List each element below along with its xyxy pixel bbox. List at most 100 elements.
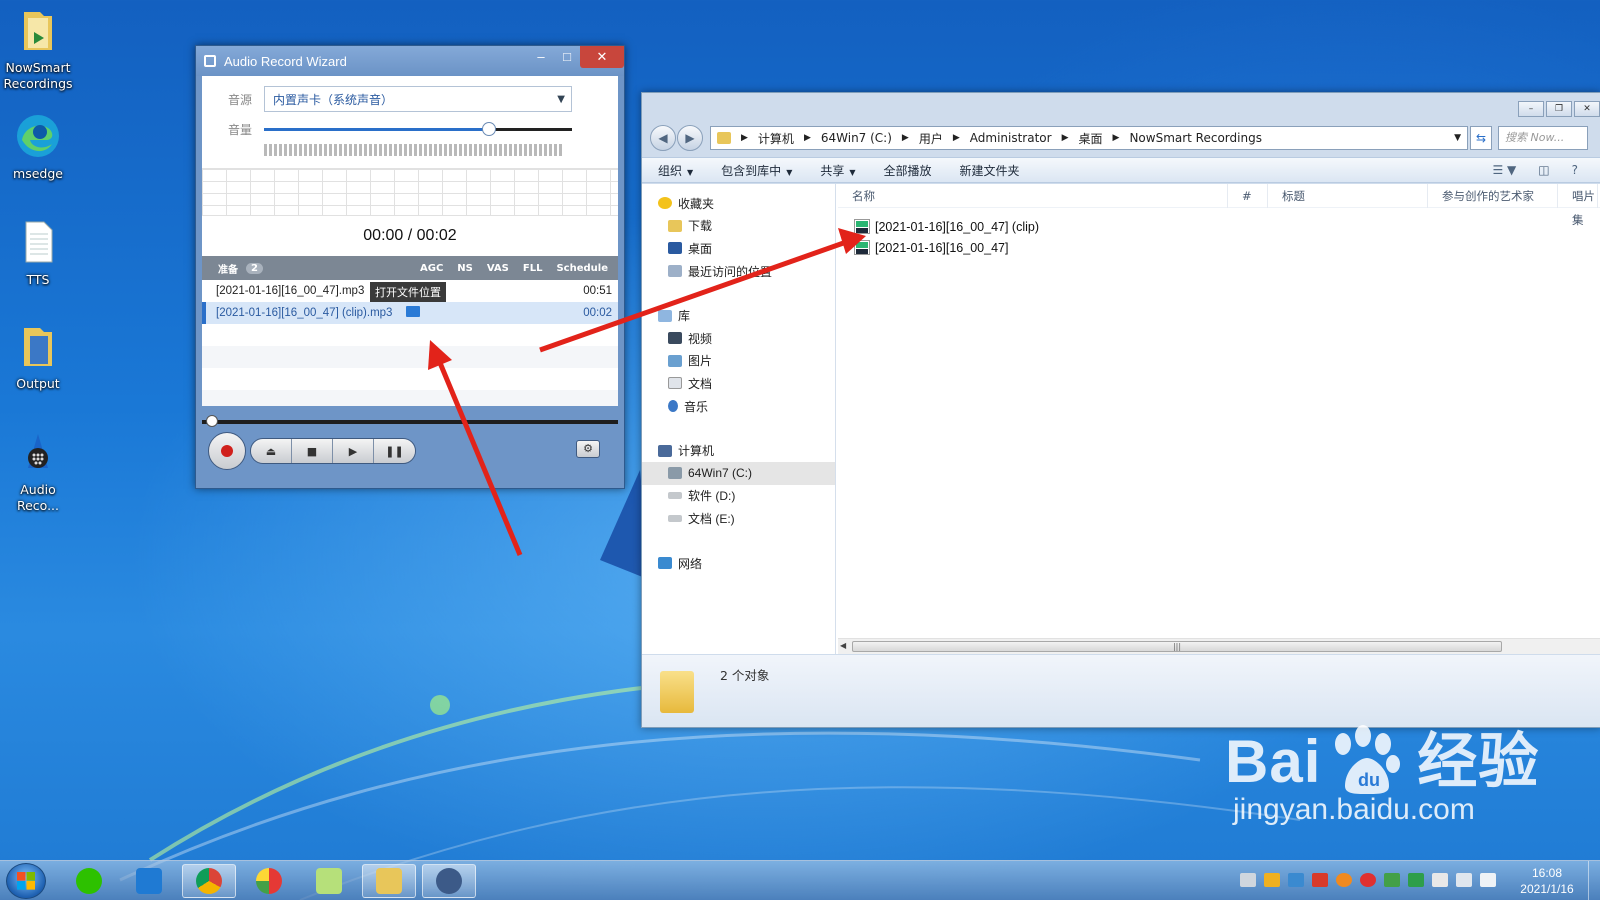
recorder-titlebar[interactable]: Audio Record Wizard – □ ✕ <box>196 46 624 76</box>
new-folder-button[interactable]: 新建文件夹 <box>960 162 1020 179</box>
column-schedule[interactable]: Schedule <box>556 263 608 274</box>
open-folder-icon[interactable] <box>406 306 420 317</box>
column-vas[interactable]: VAS <box>487 263 509 274</box>
desktop-icon-audio-recorder[interactable]: Audio Reco... <box>0 428 76 514</box>
nav-documents[interactable]: 文档 <box>642 372 835 395</box>
nav-drive-c[interactable]: 64Win7 (C:) <box>642 461 835 485</box>
include-in-library-menu[interactable]: 包含到库中 ▼ <box>721 162 792 179</box>
security-icon[interactable] <box>1384 873 1400 887</box>
play-button[interactable]: ▶ <box>333 439 374 463</box>
chevron-right-icon[interactable]: ▶ <box>741 133 748 143</box>
volume-slider-handle[interactable] <box>481 122 496 136</box>
nav-drive-e[interactable]: 文档 (E:) <box>642 507 835 530</box>
nav-downloads[interactable]: 下载 <box>642 215 835 238</box>
source-select[interactable]: 内置声卡（系统声音） ▼ <box>264 86 572 112</box>
antivirus-icon[interactable] <box>1360 873 1376 887</box>
search-input[interactable]: 搜索 Now... <box>1498 126 1588 150</box>
breadcrumb-item[interactable]: NowSmart Recordings <box>1129 131 1262 145</box>
nav-libraries[interactable]: 库 <box>642 304 835 327</box>
maximize-button[interactable]: □ <box>554 46 580 68</box>
clock[interactable]: 16:08 2021/1/16 <box>1512 865 1582 897</box>
show-desktop-button[interactable] <box>1588 861 1600 900</box>
recording-row-selected[interactable]: [2021-01-16][16_00_47] (clip).mp3 00:02 <box>202 302 618 324</box>
breadcrumb-item[interactable]: 用户 <box>919 130 943 147</box>
desktop-icon-nowsmart-recordings[interactable]: NowSmart Recordings <box>0 6 76 92</box>
playback-handle[interactable] <box>206 415 218 427</box>
column-name[interactable]: 名称 <box>838 183 1228 208</box>
nav-favorites[interactable]: 收藏夹 <box>642 192 835 215</box>
column-ns[interactable]: NS <box>457 263 473 274</box>
nav-music[interactable]: 音乐 <box>642 395 835 418</box>
taskbar-app-audio-recorder[interactable] <box>422 864 476 898</box>
chevron-right-icon[interactable]: ▶ <box>953 133 960 143</box>
chevron-down-icon[interactable]: ▼ <box>1454 133 1461 143</box>
chevron-right-icon[interactable]: ▶ <box>902 133 909 143</box>
minimize-button[interactable]: – <box>1518 101 1544 117</box>
explorer-window[interactable]: – ❐ ✕ ◀ ▶ ▶ 计算机 ▶ 64Win7 (C:) ▶ 用户 ▶ Adm… <box>641 92 1600 728</box>
restore-button[interactable]: ❐ <box>1546 101 1572 117</box>
share-menu[interactable]: 共享 ▼ <box>820 162 855 179</box>
pause-button[interactable]: ❚❚ <box>374 439 415 463</box>
breadcrumb-item[interactable]: 桌面 <box>1079 130 1103 147</box>
download-icon[interactable] <box>1408 873 1424 887</box>
chevron-right-icon[interactable]: ▶ <box>1113 133 1120 143</box>
organize-menu[interactable]: 组织 ▼ <box>658 162 693 179</box>
column-agc[interactable]: AGC <box>420 263 443 274</box>
taskbar-app-notepad-plus[interactable] <box>302 864 356 898</box>
nav-videos[interactable]: 视频 <box>642 327 835 350</box>
search-icon[interactable] <box>1336 873 1352 887</box>
preview-pane-icon[interactable]: ◫ <box>1538 163 1549 177</box>
recording-row[interactable]: [2021-01-16][16_00_47].mp3 00:51 打开文件位置 <box>202 280 618 302</box>
nav-network[interactable]: 网络 <box>642 552 835 575</box>
desktop-icon-output[interactable]: Output <box>0 322 76 392</box>
play-all-button[interactable]: 全部播放 <box>884 162 932 179</box>
settings-button[interactable]: ⚙ <box>576 440 600 458</box>
close-button[interactable]: ✕ <box>1574 101 1600 117</box>
taskbar-app-vscode[interactable] <box>122 864 176 898</box>
nav-desktop[interactable]: 桌面 <box>642 237 835 260</box>
nav-pictures[interactable]: 图片 <box>642 350 835 373</box>
taskbar-app-wechat[interactable] <box>62 864 116 898</box>
desktop-icon-tts[interactable]: TTS <box>0 218 76 288</box>
taskbar-app-file-explorer[interactable] <box>362 864 416 898</box>
audio-record-wizard-window[interactable]: Audio Record Wizard – □ ✕ 音源 内置声卡（系统声音） … <box>195 45 625 489</box>
stop-button[interactable]: ■ <box>292 439 333 463</box>
breadcrumb-item[interactable]: 64Win7 (C:) <box>821 131 892 145</box>
keyboard-icon[interactable] <box>1240 873 1256 887</box>
view-options-icon[interactable]: ☰ ▼ <box>1492 163 1516 177</box>
column-album[interactable]: 唱片集 <box>1558 183 1598 227</box>
file-item[interactable]: [2021-01-16][16_00_47] <box>838 237 1600 258</box>
nav-drive-d[interactable]: 软件 (D:) <box>642 485 835 508</box>
refresh-button[interactable]: ⇆ <box>1470 126 1492 150</box>
horizontal-scrollbar[interactable]: ◀ ||| <box>838 638 1600 654</box>
record-button[interactable] <box>208 432 246 470</box>
taskbar-app-color-picker[interactable] <box>242 864 296 898</box>
column-title[interactable]: 标题 <box>1268 183 1428 208</box>
taskbar-app-chrome[interactable] <box>182 864 236 898</box>
file-item[interactable]: [2021-01-16][16_00_47] (clip) <box>838 216 1600 237</box>
help-icon[interactable]: ? <box>1572 163 1578 177</box>
chevron-right-icon[interactable]: ▶ <box>1062 133 1069 143</box>
app-tray-icon[interactable] <box>1288 873 1304 887</box>
back-button[interactable]: ◀ <box>650 125 676 151</box>
start-button[interactable] <box>6 863 46 899</box>
desktop-icon-msedge[interactable]: msedge <box>0 112 76 182</box>
shield-icon[interactable] <box>1264 873 1280 887</box>
pen-icon[interactable] <box>1312 873 1328 887</box>
signal-icon[interactable] <box>1456 873 1472 887</box>
breadcrumb-item[interactable]: Administrator <box>970 131 1052 145</box>
chevron-right-icon[interactable]: ▶ <box>804 133 811 143</box>
volume-slider[interactable] <box>264 122 572 136</box>
flag-icon[interactable] <box>1432 873 1448 887</box>
column-fll[interactable]: FLL <box>523 263 543 274</box>
eject-button[interactable]: ⏏ <box>251 439 292 463</box>
nav-recent[interactable]: 最近访问的位置 <box>642 260 835 283</box>
scroll-left-icon[interactable]: ◀ <box>840 641 846 650</box>
minimize-button[interactable]: – <box>528 46 554 68</box>
scrollbar-thumb[interactable]: ||| <box>852 641 1502 652</box>
volume-icon[interactable] <box>1480 873 1496 887</box>
column-number[interactable]: # <box>1228 183 1268 208</box>
playback-progress[interactable] <box>202 415 618 427</box>
nav-computer[interactable]: 计算机 <box>642 439 835 462</box>
breadcrumb-item[interactable]: 计算机 <box>758 130 794 147</box>
